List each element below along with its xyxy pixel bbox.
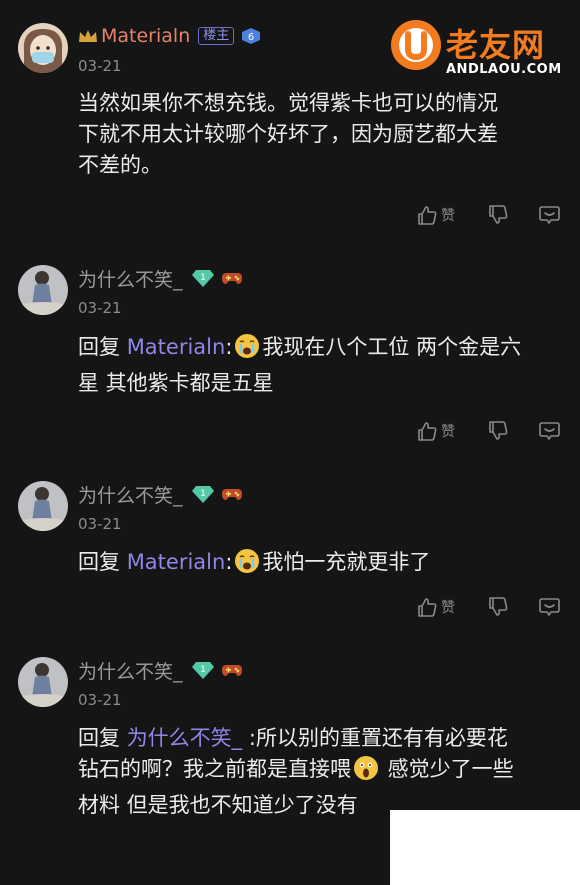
screaming-emoji-icon bbox=[353, 755, 379, 790]
comment-date: 03-21 bbox=[78, 691, 122, 709]
comment-bubble-icon bbox=[539, 206, 560, 224]
watermark-domain: ANDLAOU.COM bbox=[446, 62, 562, 77]
logo-u-icon bbox=[391, 20, 441, 70]
reply-colon: : bbox=[225, 550, 233, 574]
comment-bubble-icon bbox=[539, 598, 560, 616]
watermark-title: 老友网 bbox=[446, 26, 546, 64]
reply-button[interactable] bbox=[538, 420, 561, 442]
reply-prefix: 回复 bbox=[78, 550, 120, 574]
dislike-button[interactable] bbox=[487, 596, 509, 618]
op-badge: 楼主 bbox=[198, 27, 235, 45]
username-row: Materialn 楼主 6 bbox=[78, 24, 262, 48]
user-avatar[interactable] bbox=[18, 265, 68, 315]
gamepad-icon bbox=[221, 485, 243, 503]
level-number: 1 bbox=[200, 273, 206, 283]
comment-text: 回复 Materialn: 我怕一充就更非了 bbox=[78, 547, 558, 583]
username-row: 为什么不笑_ 1 bbox=[78, 481, 243, 508]
comment-date: 03-21 bbox=[78, 299, 122, 317]
username[interactable]: Materialn bbox=[101, 25, 190, 47]
dislike-button[interactable] bbox=[487, 420, 509, 442]
reply-prefix: 回复 bbox=[78, 726, 120, 750]
like-button[interactable]: 赞 bbox=[416, 204, 455, 226]
level-badge-icon: 6 bbox=[240, 27, 262, 45]
reply-text: 我现在八个工位 两个金是六 bbox=[262, 335, 522, 359]
mention-link[interactable]: Materialn bbox=[127, 550, 226, 574]
username[interactable]: 为什么不笑_ bbox=[78, 657, 183, 684]
comment-date: 03-21 bbox=[78, 57, 122, 75]
thumbs-up-icon bbox=[418, 206, 437, 225]
username-row: 为什么不笑_ 1 bbox=[78, 657, 243, 684]
thumbs-up-icon bbox=[418, 422, 437, 441]
user-avatar[interactable] bbox=[18, 23, 68, 73]
user-avatar[interactable] bbox=[18, 657, 68, 707]
user-avatar[interactable] bbox=[18, 481, 68, 531]
crying-emoji-icon bbox=[234, 548, 260, 583]
comment-actions: 赞 bbox=[0, 204, 580, 228]
level-number: 1 bbox=[200, 489, 206, 499]
level-number: 6 bbox=[248, 32, 254, 43]
comment-text: 回复 Materialn: 我现在八个工位 两个金是六 星 其他紫卡都是五星 bbox=[78, 332, 558, 399]
username-row: 为什么不笑_ 1 bbox=[78, 265, 243, 292]
thumbs-down-icon bbox=[489, 421, 508, 440]
gem-level-icon: 1 bbox=[191, 484, 215, 504]
like-label: 赞 bbox=[441, 424, 455, 440]
thumbs-up-icon bbox=[418, 598, 437, 617]
comment-text: 当然如果你不想充钱。觉得紫卡也可以的情况 下就不用太计较哪个好坏了，因为厨艺都大… bbox=[78, 88, 558, 181]
mention-link[interactable]: 为什么不笑_ bbox=[127, 726, 243, 750]
like-label: 赞 bbox=[441, 600, 455, 616]
comment-text: 回复 为什么不笑_ :所以别的重置还有有必要花 钻石的啊？我之前都是直接喂 感觉… bbox=[78, 723, 558, 821]
blank-corner-patch bbox=[390, 810, 580, 885]
crying-emoji-icon bbox=[234, 333, 260, 368]
reply-prefix: 回复 bbox=[78, 335, 120, 359]
reply-text: 星 其他紫卡都是五星 bbox=[78, 371, 274, 395]
comment-actions: 赞 bbox=[0, 420, 580, 444]
comment-text-line: 不差的。 bbox=[78, 153, 162, 177]
reply-button[interactable] bbox=[538, 596, 561, 618]
username[interactable]: 为什么不笑_ bbox=[78, 265, 183, 292]
gem-level-icon: 1 bbox=[191, 268, 215, 288]
reply-text: 钻石的啊？我之前都是直接喂 bbox=[78, 757, 351, 781]
comment-actions: 赞 bbox=[0, 596, 580, 620]
comment-bubble-icon bbox=[539, 422, 560, 440]
comment-text-line: 下就不用太计较哪个好坏了，因为厨艺都大差 bbox=[78, 122, 498, 146]
like-label: 赞 bbox=[441, 208, 455, 224]
username[interactable]: 为什么不笑_ bbox=[78, 481, 183, 508]
comment-date: 03-21 bbox=[78, 515, 122, 533]
crown-icon bbox=[78, 28, 98, 44]
site-watermark-logo: 老友网 ANDLAOU.COM bbox=[388, 14, 568, 82]
gamepad-icon bbox=[221, 661, 243, 679]
comment-text-line: 当然如果你不想充钱。觉得紫卡也可以的情况 bbox=[78, 91, 498, 115]
reply-text: 感觉少了一些 bbox=[381, 757, 514, 781]
level-number: 1 bbox=[200, 665, 206, 675]
thumbs-down-icon bbox=[489, 597, 508, 616]
reply-colon: : bbox=[225, 335, 233, 359]
thumbs-down-icon bbox=[489, 205, 508, 224]
reply-text: :所以别的重置还有有必要花 bbox=[242, 726, 508, 750]
gem-level-icon: 1 bbox=[191, 660, 215, 680]
like-button[interactable]: 赞 bbox=[416, 596, 455, 618]
mention-link[interactable]: Materialn bbox=[127, 335, 226, 359]
like-button[interactable]: 赞 bbox=[416, 420, 455, 442]
gamepad-icon bbox=[221, 269, 243, 287]
dislike-button[interactable] bbox=[487, 204, 509, 226]
reply-button[interactable] bbox=[538, 204, 561, 226]
reply-text: 我怕一充就更非了 bbox=[262, 550, 431, 574]
